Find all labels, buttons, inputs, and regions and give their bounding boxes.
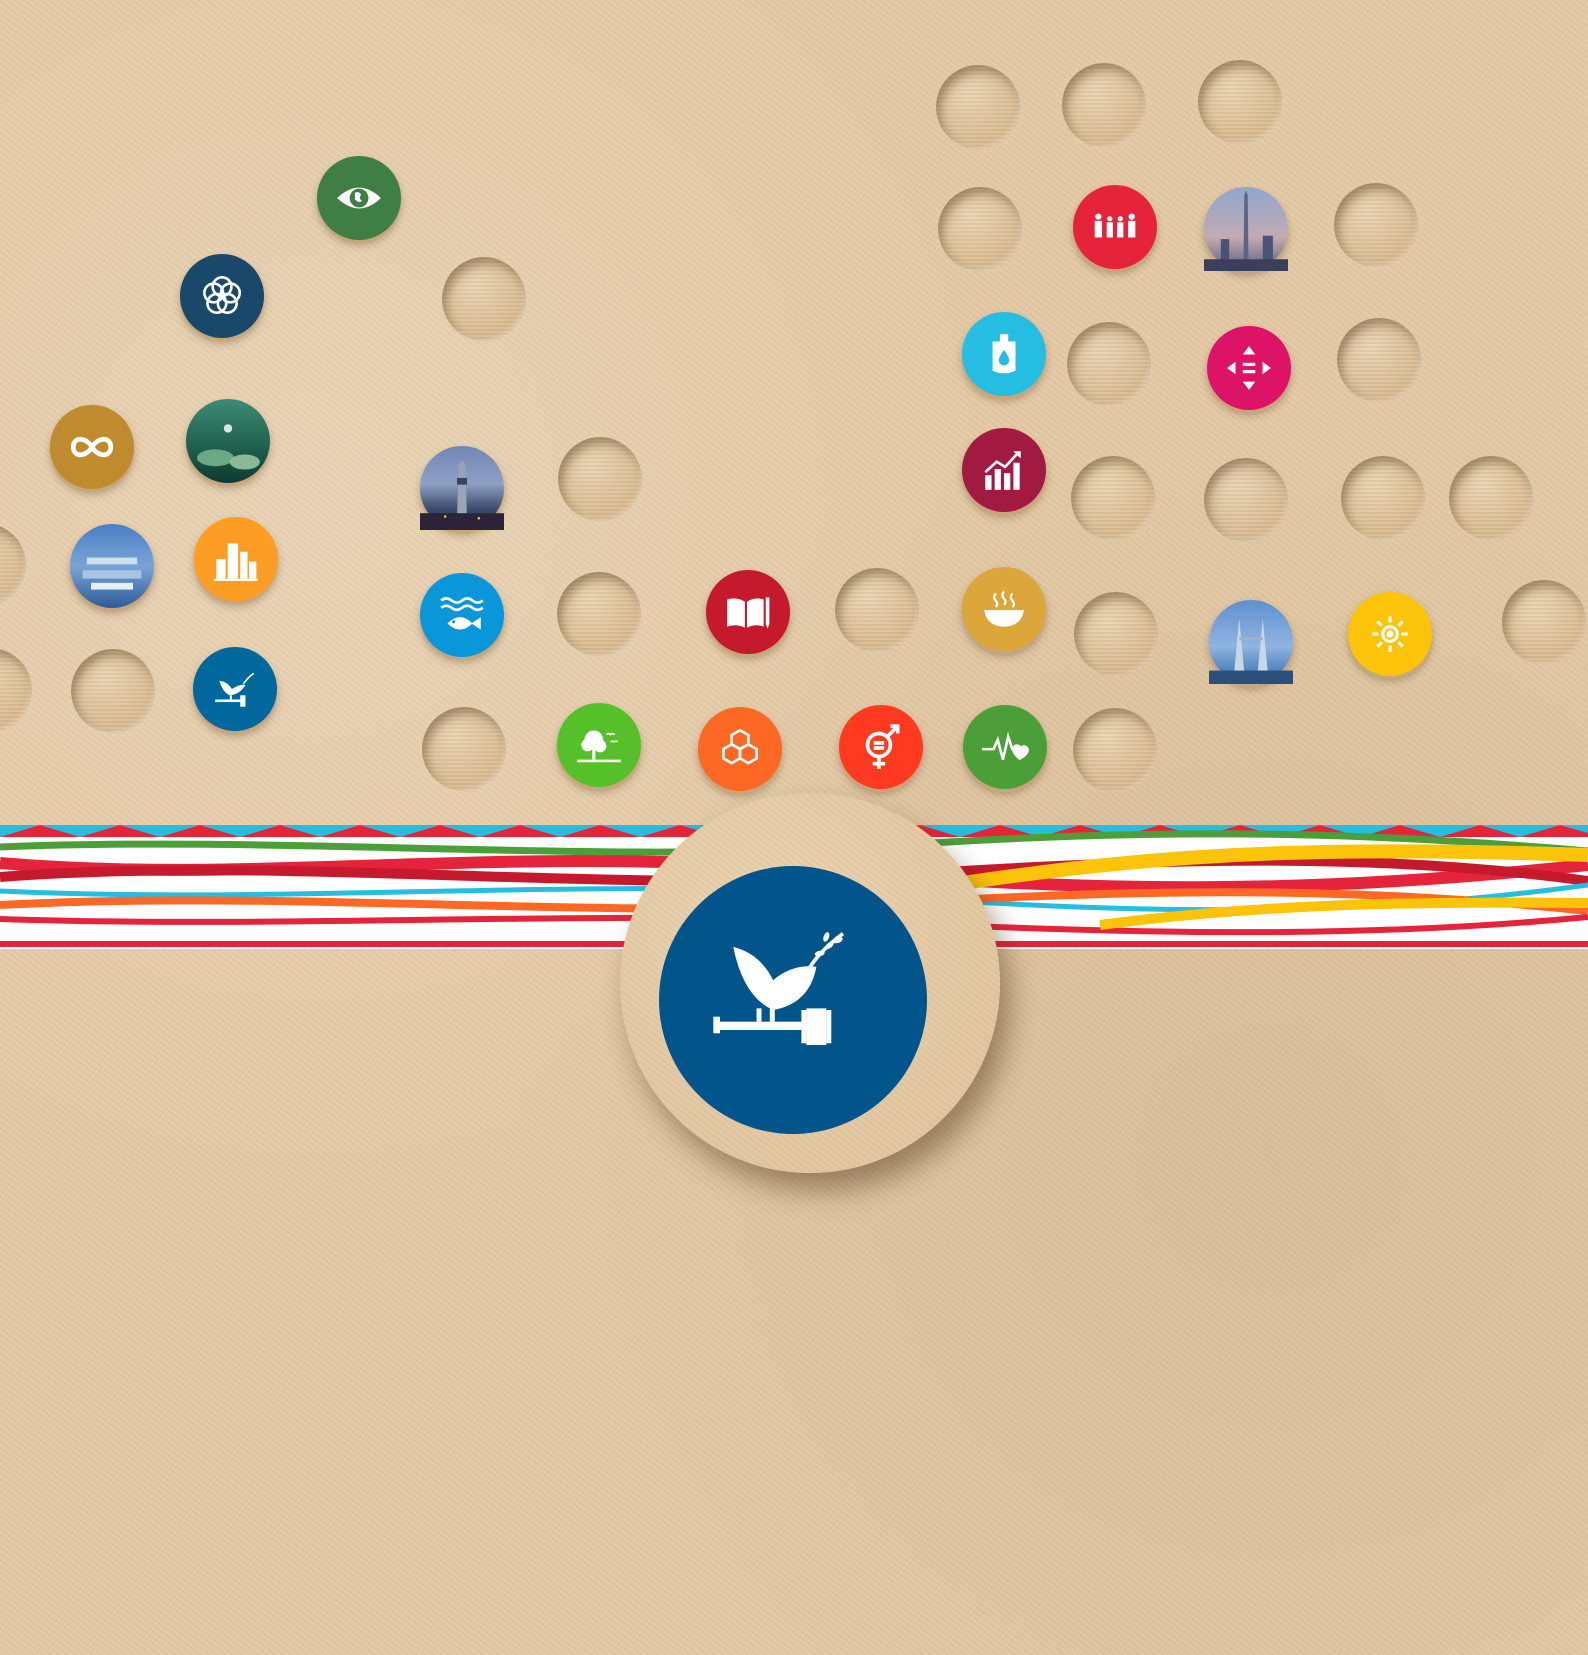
fish-waves-icon	[420, 573, 504, 657]
empty-hole	[835, 568, 919, 652]
empty-hole	[1502, 580, 1586, 664]
empty-hole	[1334, 183, 1418, 267]
sun-icon	[1348, 592, 1432, 676]
empty-hole	[938, 187, 1022, 271]
empty-hole	[422, 707, 506, 791]
eye-globe-icon	[317, 156, 401, 240]
city-buildings-icon	[194, 517, 278, 601]
cubes-icon	[698, 707, 782, 791]
empty-hole	[558, 437, 642, 521]
cityscape-photo	[70, 524, 154, 608]
empty-hole	[1337, 318, 1421, 402]
tower-photo	[420, 446, 504, 530]
empty-hole	[557, 572, 641, 656]
growth-chart-icon	[962, 428, 1046, 512]
empty-hole	[442, 257, 526, 341]
dove-gavel-icon	[193, 647, 277, 731]
flower-rings-icon	[180, 254, 264, 338]
empty-hole	[1067, 322, 1151, 406]
tree-birds-icon	[557, 703, 641, 787]
empty-hole	[1204, 458, 1288, 542]
heartbeat-icon	[963, 705, 1047, 789]
family-icon	[1073, 185, 1157, 269]
empty-hole	[936, 65, 1020, 149]
empty-hole	[1449, 456, 1533, 540]
equality-arrows-icon	[1207, 326, 1291, 410]
empty-hole	[71, 649, 155, 733]
peace-dove-gavel-icon	[659, 866, 927, 1134]
empty-hole	[1071, 456, 1155, 540]
empty-hole	[1073, 708, 1157, 792]
twin-towers-photo	[1209, 600, 1293, 684]
infinity-loop-icon	[50, 405, 134, 489]
empty-hole	[1198, 60, 1282, 144]
empty-hole	[0, 523, 26, 607]
open-book-pencil-icon	[706, 570, 790, 654]
skyscraper-photo	[1204, 187, 1288, 271]
coral-reef-photo	[186, 399, 270, 483]
sdg-poster	[0, 0, 1588, 1655]
steaming-bowl-icon	[962, 567, 1046, 651]
empty-hole	[1062, 63, 1146, 147]
gender-equality-icon	[839, 705, 923, 789]
empty-hole	[0, 648, 32, 732]
empty-hole	[1341, 456, 1425, 540]
water-drop-icon	[962, 312, 1046, 396]
empty-hole	[1074, 592, 1158, 676]
